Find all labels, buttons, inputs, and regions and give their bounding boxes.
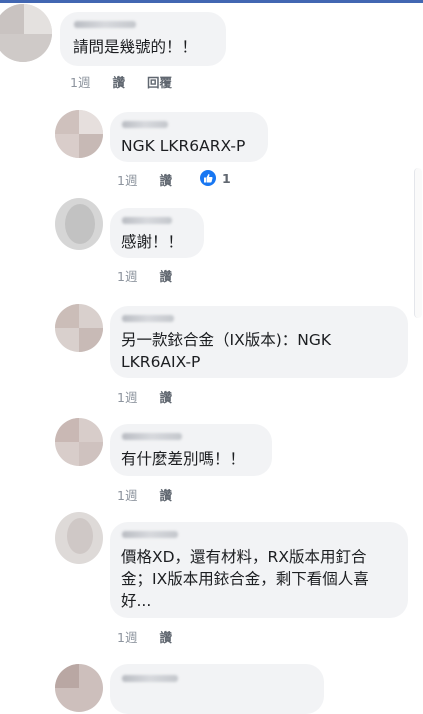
- comment-meta: 1週 讚 回覆: [70, 72, 172, 91]
- top-border: [0, 0, 423, 3]
- comment-bubble: 有什麼差別嗎！！: [110, 424, 272, 476]
- avatar[interactable]: [0, 4, 52, 62]
- author-name[interactable]: [122, 217, 172, 224]
- thumbs-up-icon: [200, 170, 216, 186]
- avatar[interactable]: [55, 304, 103, 352]
- author-name[interactable]: [122, 675, 178, 682]
- comment-meta: 1週 讚: [117, 387, 172, 406]
- comment-text: 有什麼差別嗎！！: [121, 450, 246, 468]
- comment-time[interactable]: 1週: [117, 390, 137, 405]
- reply-button[interactable]: 回覆: [147, 75, 172, 90]
- like-button[interactable]: 讚: [159, 488, 172, 503]
- comment-time[interactable]: 1週: [70, 75, 90, 90]
- avatar[interactable]: [55, 418, 103, 466]
- avatar[interactable]: [55, 110, 103, 158]
- comment-bubble: [110, 664, 324, 714]
- reaction-summary[interactable]: 1: [200, 170, 231, 186]
- comment-meta: 1週 讚: [117, 266, 172, 285]
- author-name[interactable]: [122, 433, 182, 440]
- comment-meta: 1週 讚: [117, 170, 172, 189]
- comment-bubble: 感謝！！: [110, 208, 204, 258]
- comment-text: 請問是幾號的！！: [73, 38, 198, 56]
- comment-time[interactable]: 1週: [117, 488, 137, 503]
- comment-text: 另一款銥合金（IX版本)：NGK LKR6AIX-P: [121, 331, 332, 371]
- like-button[interactable]: 讚: [159, 390, 172, 405]
- like-button[interactable]: 讚: [159, 173, 172, 188]
- comment-bubble: 價格XD，還有材料，RX版本用釘合 金；IX版本用銥合金，剩下看個人喜 好...: [110, 522, 408, 618]
- comment-bubble: 另一款銥合金（IX版本)：NGK LKR6AIX-P: [110, 306, 408, 378]
- author-name[interactable]: [122, 531, 178, 538]
- comment-meta: 1週 讚: [117, 627, 172, 646]
- avatar[interactable]: [55, 512, 103, 564]
- author-name[interactable]: [74, 21, 136, 28]
- comment-meta: 1週 讚: [117, 485, 172, 504]
- comment-text: 價格XD，還有材料，RX版本用釘合 金；IX版本用銥合金，剩下看個人喜 好...: [121, 548, 369, 610]
- comment-text: NGK LKR6ARX-P: [121, 137, 246, 155]
- like-button[interactable]: 讚: [159, 269, 172, 284]
- comment-bubble: NGK LKR6ARX-P: [110, 112, 268, 162]
- like-button[interactable]: 讚: [159, 630, 172, 645]
- avatar[interactable]: [55, 198, 103, 250]
- author-name[interactable]: [122, 121, 168, 128]
- avatar[interactable]: [55, 664, 103, 712]
- comment-time[interactable]: 1週: [117, 630, 137, 645]
- author-name[interactable]: [122, 315, 174, 322]
- like-button[interactable]: 讚: [112, 75, 125, 90]
- reaction-count: 1: [222, 170, 231, 186]
- comment-text: 感謝！！: [121, 233, 184, 251]
- scrollbar[interactable]: [414, 168, 422, 318]
- comment-time[interactable]: 1週: [117, 173, 137, 188]
- comment-time[interactable]: 1週: [117, 269, 137, 284]
- comment-bubble: 請問是幾號的！！: [60, 12, 226, 66]
